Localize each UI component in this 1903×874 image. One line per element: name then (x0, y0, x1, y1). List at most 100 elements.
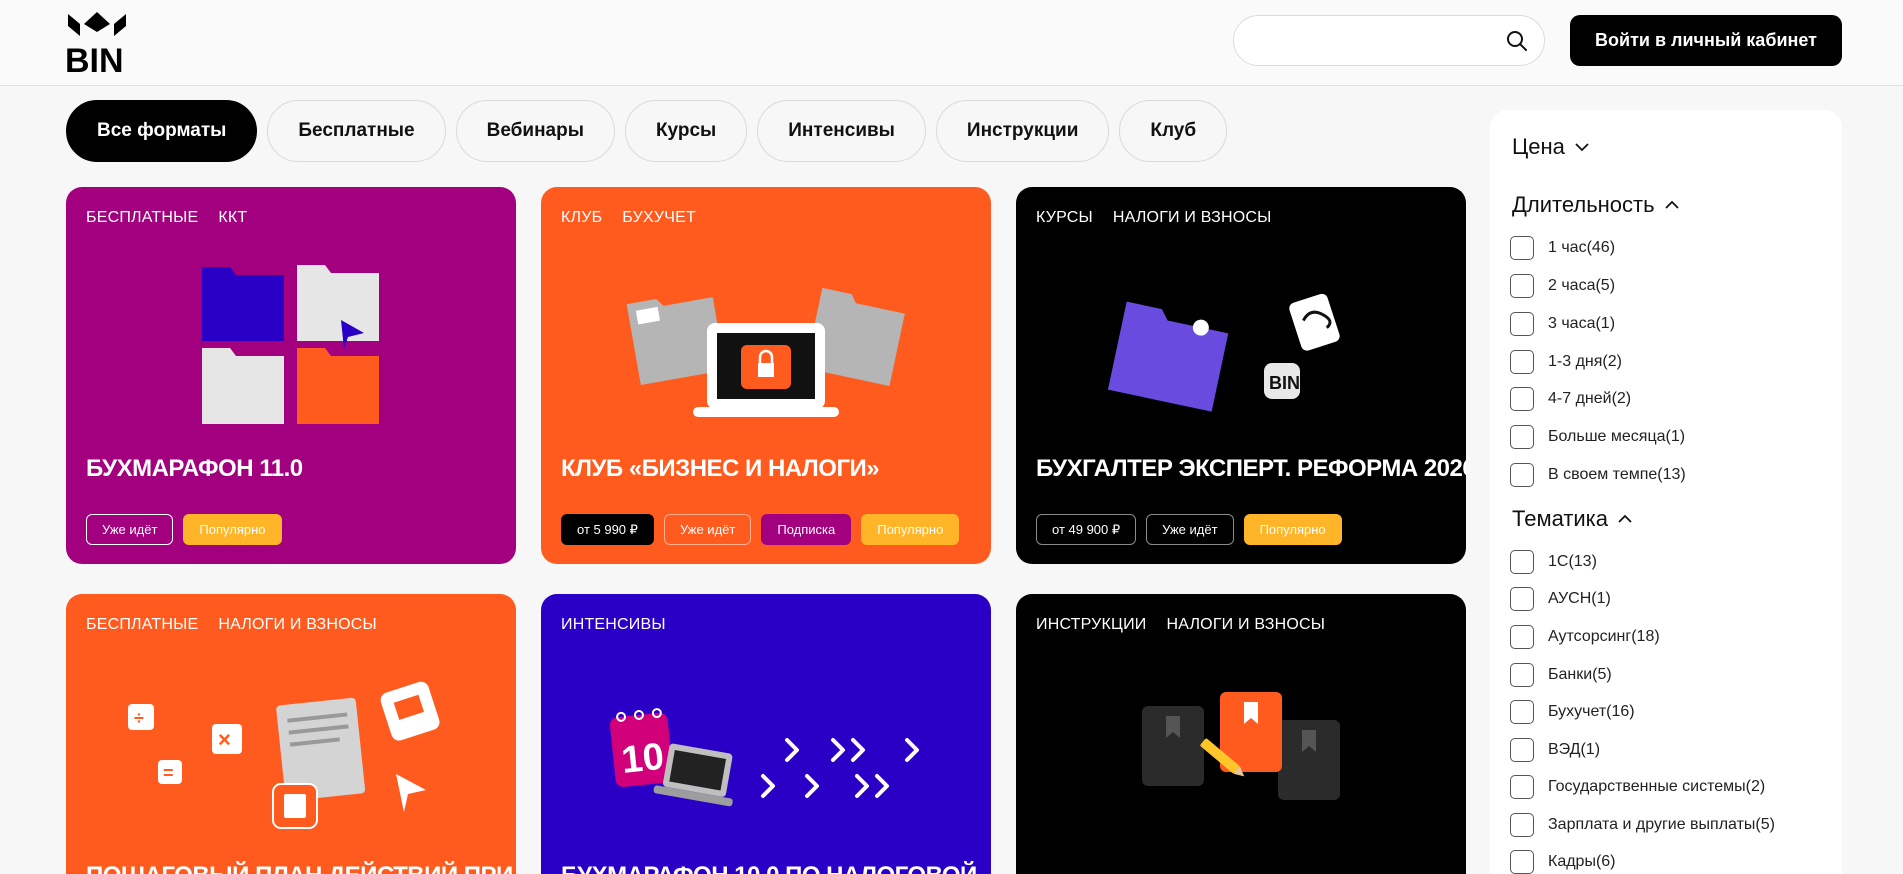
checkbox[interactable] (1510, 700, 1534, 724)
card-tags: ИНСТРУКЦИИ НАЛОГИ И ВЗНОСЫ (1036, 616, 1325, 634)
filter-option[interactable]: Кадры(6) (1510, 850, 1616, 874)
search-input[interactable] (1252, 28, 1492, 54)
folders-illustration (202, 265, 379, 424)
popular-badge: Популярно (183, 514, 282, 545)
course-card[interactable]: ИНТЕНСИВЫ 10 БУХМАРАФОН 10.0 ПО НАЛОГОВО… (541, 594, 991, 874)
status-badge: Уже идёт (663, 514, 752, 545)
calendar-laptop-illustration: 10 (609, 708, 919, 807)
checkbox[interactable] (1510, 463, 1534, 487)
filter-option[interactable]: 2 часа(5) (1510, 274, 1615, 298)
card-tag[interactable]: НАЛОГИ И ВЗНОСЫ (218, 616, 377, 634)
tab-club[interactable]: Клуб (1119, 100, 1228, 162)
checkbox[interactable] (1510, 550, 1534, 574)
card-tags: КУРСЫ НАЛОГИ И ВЗНОСЫ (1036, 209, 1271, 227)
subscription-badge: Подписка (761, 514, 852, 545)
checkbox[interactable] (1510, 312, 1534, 336)
filter-duration-toggle[interactable]: Длительность (1512, 192, 1679, 218)
checkbox[interactable] (1510, 387, 1534, 411)
filter-option[interactable]: 1-3 дня(2) (1510, 350, 1622, 374)
card-title[interactable]: КЛУБ «БИЗНЕС И НАЛОГИ» (561, 455, 880, 483)
price-badge: от 5 990 ₽ (561, 514, 654, 545)
filter-option[interactable]: Зарплата и другие выплаты(5) (1510, 813, 1775, 837)
tab-webinars[interactable]: Вебинары (455, 100, 615, 162)
filter-option-label: ВЭД(1) (1548, 741, 1601, 758)
tab-free[interactable]: Бесплатные (267, 100, 446, 162)
arrows-decoration (761, 738, 919, 798)
filter-option[interactable]: Больше месяца(1) (1510, 425, 1685, 449)
multiply-icon: × (218, 727, 231, 752)
card-tag[interactable]: ИНТЕНСИВЫ (561, 616, 666, 634)
course-card[interactable]: КУРСЫ НАЛОГИ И ВЗНОСЫ BIN БУХГАЛТЕР ЭКСП… (1016, 187, 1466, 564)
card-tag[interactable]: НАЛОГИ И ВЗНОСЫ (1113, 209, 1272, 227)
filter-option-label: В своем темпе(13) (1548, 466, 1686, 483)
card-tag[interactable]: НАЛОГИ И ВЗНОСЫ (1167, 616, 1326, 634)
card-tags: БЕСПЛАТНЫЕ НАЛОГИ И ВЗНОСЫ (86, 616, 377, 634)
filter-sidebar: Цена Длительность 1 час(46) 2 часа(5) 3 … (1490, 110, 1842, 874)
filter-option[interactable]: Государственные системы(2) (1510, 775, 1765, 799)
logo[interactable]: BIN (64, 10, 130, 74)
course-card[interactable]: БЕСПЛАТНЫЕ ККТ БУХМАРАФОН 11.0 Уже идёт … (66, 187, 516, 564)
card-tag[interactable]: БЕСПЛАТНЫЕ (86, 209, 198, 227)
equals-icon: = (163, 763, 174, 783)
checkbox[interactable] (1510, 775, 1534, 799)
card-tags: БЕСПЛАТНЫЕ ККТ (86, 209, 247, 227)
card-tag[interactable]: ККТ (218, 209, 247, 227)
calendar-number: 10 (619, 736, 665, 782)
filter-option[interactable]: Аутсорсинг(18) (1510, 625, 1660, 649)
checkbox[interactable] (1510, 625, 1534, 649)
card-tags: ИНТЕНСИВЫ (561, 616, 666, 634)
card-tags: КЛУБ БУХУЧЕТ (561, 209, 696, 227)
card-tag[interactable]: КЛУБ (561, 209, 602, 227)
status-badge: Уже идёт (86, 514, 174, 545)
course-card[interactable]: ИНСТРУКЦИИ НАЛОГИ И ВЗНОСЫ (1016, 594, 1466, 874)
course-card[interactable]: КЛУБ БУХУЧЕТ КЛУБ «БИЗНЕС И НАЛОГИ» от 5… (541, 187, 991, 564)
filter-option-label: Больше месяца(1) (1548, 428, 1686, 445)
search-icon[interactable] (1506, 30, 1528, 52)
tab-all-formats[interactable]: Все форматы (66, 100, 258, 162)
filter-option-label: 2 часа(5) (1548, 277, 1616, 294)
card-tag[interactable]: ИНСТРУКЦИИ (1036, 616, 1147, 634)
checkbox[interactable] (1510, 813, 1534, 837)
card-title[interactable]: БУХМАРАФОН 10.0 ПО НАЛОГОВОЙ (561, 862, 977, 874)
tab-intensives[interactable]: Интенсивы (757, 100, 926, 162)
calculator-documents-illustration: ÷ × = (128, 681, 440, 829)
filter-option[interactable]: 3 часа(1) (1510, 312, 1615, 336)
checkbox[interactable] (1510, 850, 1534, 874)
bin-mini-logo: BIN (1269, 373, 1300, 393)
filter-option[interactable]: АУСН(1) (1510, 587, 1611, 611)
filter-price-label: Цена (1512, 134, 1565, 159)
login-button[interactable]: Войти в личный кабинет (1570, 15, 1842, 66)
filter-duration-label: Длительность (1512, 192, 1655, 217)
filter-option-label: АУСН(1) (1548, 590, 1611, 607)
filter-option[interactable]: ВЭД(1) (1510, 738, 1600, 762)
filter-price-toggle[interactable]: Цена (1512, 134, 1589, 160)
filter-option[interactable]: 1 час(46) (1510, 236, 1615, 260)
checkbox[interactable] (1510, 350, 1534, 374)
checkbox[interactable] (1510, 587, 1534, 611)
card-title[interactable]: БУХГАЛТЕР ЭКСПЕРТ. РЕФОРМА 2026 (1036, 455, 1466, 483)
checkbox[interactable] (1510, 425, 1534, 449)
checkbox[interactable] (1510, 274, 1534, 298)
search-box[interactable] (1233, 15, 1545, 66)
card-title[interactable]: ПОШАГОВЫЙ ПЛАН ДЕЙСТВИЙ ПРИ (86, 862, 513, 874)
checkbox[interactable] (1510, 738, 1534, 762)
checkbox[interactable] (1510, 663, 1534, 687)
card-badges: от 49 900 ₽ Уже идёт Популярно (1036, 514, 1342, 545)
tab-courses[interactable]: Курсы (624, 100, 748, 162)
filter-option[interactable]: В своем темпе(13) (1510, 463, 1686, 487)
card-tag[interactable]: БУХУЧЕТ (622, 209, 696, 227)
course-card[interactable]: БЕСПЛАТНЫЕ НАЛОГИ И ВЗНОСЫ ÷ × = ПОШАГОВ… (66, 594, 516, 874)
card-tag[interactable]: КУРСЫ (1036, 209, 1093, 227)
filter-option[interactable]: 1С(13) (1510, 550, 1597, 574)
divide-icon: ÷ (134, 708, 144, 728)
checkbox[interactable] (1510, 236, 1534, 260)
filter-option[interactable]: Бухучет(16) (1510, 700, 1635, 724)
card-tag[interactable]: БЕСПЛАТНЫЕ (86, 616, 198, 634)
filter-option-label: Кадры(6) (1548, 853, 1616, 870)
card-title[interactable]: БУХМАРАФОН 11.0 (86, 455, 303, 483)
filter-option[interactable]: 4-7 дней(2) (1510, 387, 1631, 411)
filter-option[interactable]: Банки(5) (1510, 663, 1612, 687)
filter-topic-toggle[interactable]: Тематика (1512, 506, 1632, 532)
tab-instructions[interactable]: Инструкции (935, 100, 1110, 162)
folder-document-illustration: BIN (1107, 293, 1340, 412)
